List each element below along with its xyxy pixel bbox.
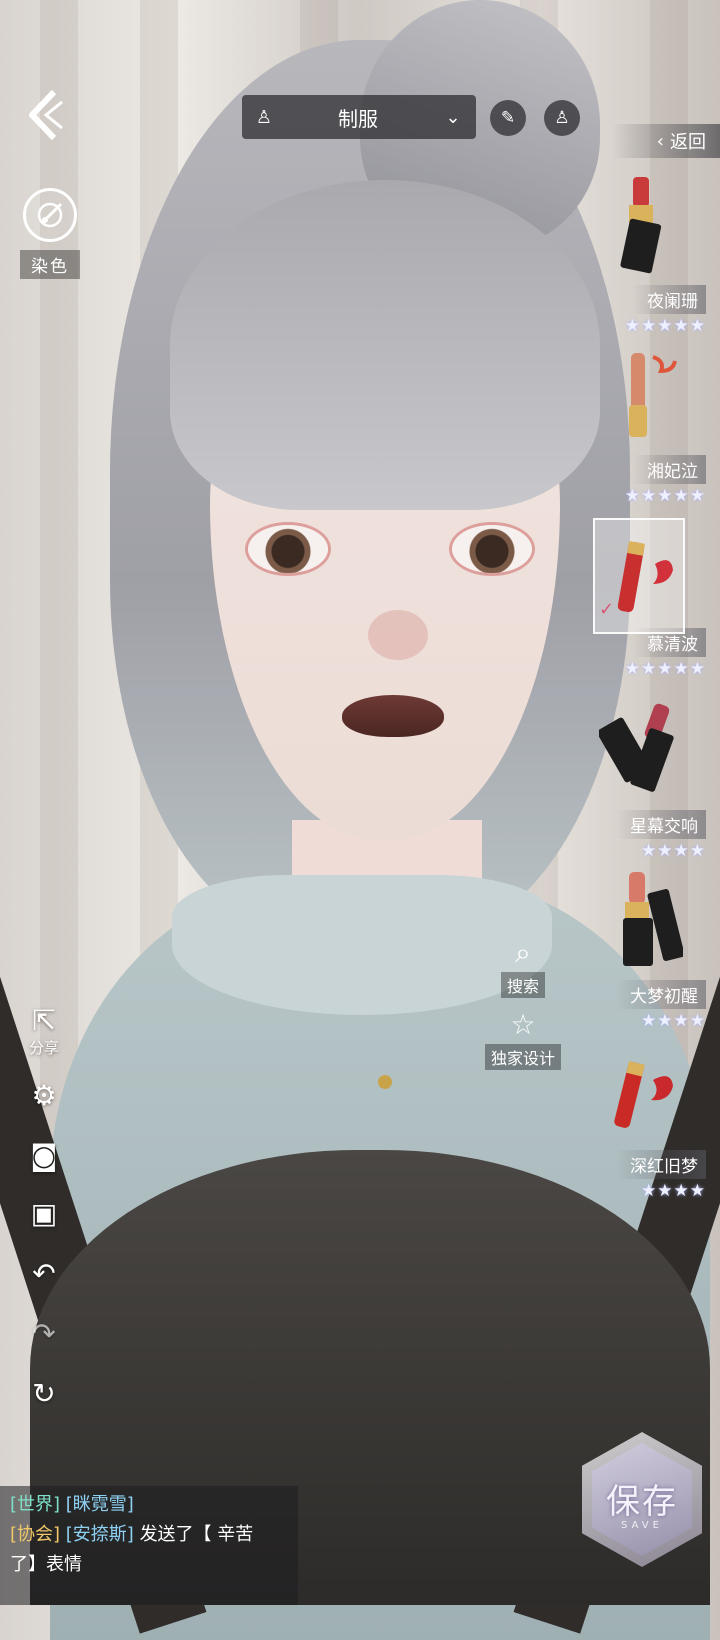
makeup-item[interactable]: 星幕交响 ★★★★	[585, 700, 710, 861]
save-button[interactable]: 保存 SAVE	[582, 1432, 702, 1567]
dress-icon: ♙	[554, 108, 570, 128]
outfit-toggle-button[interactable]: ♙	[544, 100, 580, 136]
chat-message: 了】表情	[10, 1554, 82, 1575]
share-icon: ⇱	[32, 1004, 56, 1037]
character-bangs	[170, 180, 600, 510]
lipstick-icon	[585, 700, 710, 810]
dye-button[interactable]: 染色	[20, 188, 80, 279]
redo-button[interactable]: ↷	[24, 1318, 64, 1350]
chat-message: 发送了【 辛苦	[139, 1524, 254, 1545]
chevron-left-icon: ‹	[656, 130, 664, 152]
exclusive-label: 独家设计	[484, 1044, 561, 1070]
chat-line: [协会] [安捺斯] 发送了【 辛苦	[10, 1520, 288, 1550]
rating-stars: ★★★★	[641, 841, 706, 861]
outfit-label: 制服	[338, 106, 378, 131]
chat-line: 了】表情	[10, 1550, 288, 1580]
image-icon: ▣	[30, 1197, 58, 1230]
star-outline-icon: ☆	[510, 1008, 536, 1041]
makeup-item[interactable]: 大梦初醒 ★★★★	[585, 870, 710, 1031]
save-label: 保存	[606, 1482, 678, 1522]
rating-stars: ★★★★	[641, 1181, 706, 1201]
reset-button[interactable]: ↻	[24, 1378, 64, 1410]
makeup-item[interactable]: ✓ 慕清波 ★★★★★	[585, 518, 710, 679]
rating-stars: ★★★★★	[624, 316, 706, 336]
makeup-item-name: 星幕交响	[616, 810, 706, 839]
chat-panel[interactable]: [世界] [眯霓雪] [协会] [安捺斯] 发送了【 辛苦 了】表情	[0, 1486, 298, 1605]
search-button[interactable]: ⌕ 搜索	[484, 938, 562, 998]
refresh-icon: ↻	[32, 1377, 56, 1410]
character-lips	[342, 695, 444, 737]
gear-icon: ⚙	[31, 1079, 57, 1112]
share-button[interactable]: ⇱ 分享	[24, 1004, 64, 1058]
check-icon: ✓	[599, 599, 615, 620]
rating-stars: ★★★★	[641, 1011, 706, 1031]
makeup-brush-button[interactable]: ✎	[490, 100, 526, 136]
return-button[interactable]: ‹ 返回	[612, 124, 720, 158]
makeup-item-name: 深红旧梦	[616, 1150, 706, 1179]
share-label: 分享	[28, 1039, 59, 1057]
chat-username[interactable]: [眯霓雪]	[66, 1494, 134, 1515]
brush-icon: ✎	[500, 108, 516, 128]
undo-button[interactable]: ↶	[24, 1258, 64, 1290]
character-eye-right	[452, 525, 532, 573]
exclusive-design-button[interactable]: ☆ 独家设计	[478, 1010, 568, 1070]
makeup-item-name: 大梦初醒	[616, 980, 706, 1009]
makeup-item[interactable]: 深红旧梦 ★★★★	[585, 1040, 710, 1201]
lipstick-icon	[585, 1040, 710, 1150]
camera-button[interactable]: ◙	[24, 1140, 64, 1172]
search-label: 搜索	[500, 972, 545, 998]
makeup-item[interactable]: 夜阑珊 ★★★★★	[585, 175, 710, 336]
chat-line: [世界] [眯霓雪]	[10, 1490, 288, 1520]
dye-label: 染色	[20, 250, 80, 279]
save-sublabel: SAVE	[621, 1520, 663, 1531]
search-icon: ⌕	[515, 936, 531, 969]
dress-icon: ♙	[255, 106, 273, 128]
rating-stars: ★★★★★	[624, 486, 706, 506]
camera-icon: ◙	[30, 1139, 58, 1172]
back-button[interactable]	[22, 88, 68, 142]
lipstick-icon	[585, 870, 710, 980]
rating-stars: ★★★★★	[624, 659, 706, 679]
makeup-item[interactable]: 湘妃泣 ★★★★★	[585, 345, 710, 506]
settings-button[interactable]: ⚙	[24, 1080, 64, 1112]
chat-username[interactable]: [安捺斯]	[66, 1524, 134, 1545]
redo-icon: ↷	[32, 1317, 56, 1350]
character-nose	[368, 610, 428, 660]
lipstick-icon: ✓	[585, 518, 710, 634]
channel-tag: [协会]	[10, 1524, 61, 1545]
back-arrow-icon	[29, 89, 63, 141]
gallery-button[interactable]: ▣	[24, 1198, 64, 1230]
makeup-item-name: 夜阑珊	[633, 285, 706, 314]
lip-gloss-icon	[585, 345, 710, 455]
character-eye-left	[248, 525, 328, 573]
makeup-item-name: 湘妃泣	[633, 455, 706, 484]
shirt-button	[378, 1075, 392, 1089]
return-label: 返回	[670, 132, 706, 153]
channel-tag: [世界]	[10, 1494, 61, 1515]
chevron-down-icon: ⌄	[445, 106, 461, 128]
undo-icon: ↶	[32, 1257, 56, 1290]
palette-brush-icon	[23, 188, 77, 242]
outfit-dropdown[interactable]: ♙ 制服 ⌄	[242, 95, 476, 139]
lipstick-icon	[585, 175, 710, 285]
